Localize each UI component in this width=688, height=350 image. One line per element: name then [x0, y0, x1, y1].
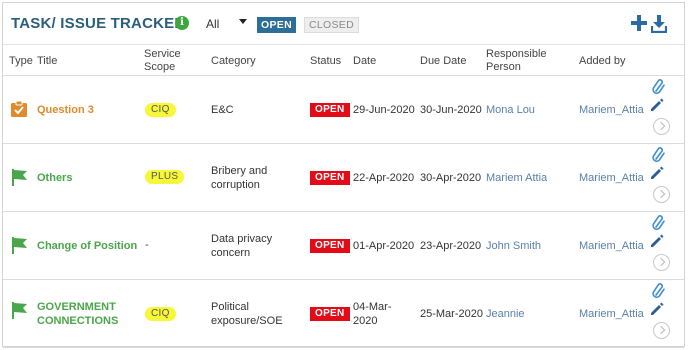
added-by-text[interactable]: Mariem_Attia: [579, 307, 644, 321]
category-text-line1: Data privacy: [211, 233, 273, 245]
due-date-text: 23-Apr-2020: [420, 240, 482, 252]
paperclip-icon[interactable]: [652, 147, 666, 165]
table-row[interactable]: GOVERNMENT CONNECTIONS CIQ Political exp…: [3, 280, 684, 348]
responsible-person[interactable]: Jeannie: [486, 307, 525, 321]
due-date-text: 25-Mar-2020: [420, 308, 483, 320]
scope-text: -: [145, 239, 149, 251]
col-type[interactable]: Type: [9, 55, 33, 68]
table-row[interactable]: Others PLUS Bribery and corruption OPEN …: [3, 144, 684, 212]
scope-badge: CIQ: [145, 103, 176, 117]
task-title[interactable]: Change of Position: [37, 239, 137, 253]
flag-icon: [12, 169, 27, 186]
added-by-text[interactable]: Mariem_Attia: [579, 103, 644, 117]
chevron-right-icon[interactable]: [653, 186, 670, 203]
col-title[interactable]: Title: [37, 55, 57, 68]
task-title[interactable]: Others: [37, 171, 72, 185]
paperclip-icon[interactable]: [652, 283, 666, 301]
filter-select[interactable]: All: [206, 17, 219, 31]
closed-toggle-button[interactable]: CLOSED: [304, 17, 359, 33]
date-text: 29-Jun-2020: [353, 104, 415, 116]
category-text-line2: concern: [211, 247, 251, 259]
open-toggle-button[interactable]: OPEN: [257, 17, 296, 33]
status-badge: OPEN: [310, 171, 350, 185]
chevron-right-icon[interactable]: [653, 322, 670, 339]
added-by-text[interactable]: Mariem_Attia: [579, 171, 644, 185]
category-text-line2: exposure/SOE: [211, 315, 283, 327]
category-text-line2: corruption: [211, 179, 260, 191]
table-header: Type Title Service Scope Category Status…: [3, 44, 684, 76]
scope-badge: CIQ: [145, 307, 176, 321]
date-text-line1: 04-Mar-: [353, 301, 392, 313]
added-by-text[interactable]: Mariem_Attia: [579, 239, 644, 253]
download-icon[interactable]: [651, 15, 667, 33]
table-row[interactable]: Change of Position - Data privacy concer…: [3, 212, 684, 280]
task-title-line2[interactable]: CONNECTIONS: [37, 314, 118, 328]
status-badge: OPEN: [310, 307, 350, 321]
col-person-line2[interactable]: Person: [486, 61, 521, 74]
col-scope-line1[interactable]: Service: [144, 48, 181, 61]
date-text: 01-Apr-2020: [353, 240, 415, 252]
flag-icon: [12, 237, 27, 254]
chevron-right-icon[interactable]: [653, 118, 670, 135]
chevron-right-icon[interactable]: [653, 254, 670, 271]
responsible-person[interactable]: John Smith: [486, 239, 541, 253]
responsible-person[interactable]: Mariem Attia: [486, 171, 547, 185]
due-date-text: 30-Jun-2020: [420, 104, 482, 116]
task-title-line1[interactable]: GOVERNMENT: [37, 300, 116, 314]
add-icon[interactable]: [631, 15, 647, 31]
responsible-person[interactable]: Mona Lou: [486, 103, 535, 117]
edit-icon[interactable]: [650, 98, 664, 112]
col-status[interactable]: Status: [310, 55, 341, 68]
col-added-by[interactable]: Added by: [579, 55, 625, 68]
date-text: 22-Apr-2020: [353, 172, 415, 184]
table-row[interactable]: Question 3 CIQ E&C OPEN 29-Jun-2020 30-J…: [3, 76, 684, 144]
info-icon[interactable]: i: [175, 16, 189, 30]
col-scope-line2[interactable]: Scope: [144, 61, 175, 74]
category-text: E&C: [211, 104, 234, 116]
col-due-date[interactable]: Due Date: [420, 55, 466, 68]
due-date-text: 30-Apr-2020: [420, 172, 482, 184]
tracker-header: TASK/ ISSUE TRACKER i All OPEN CLOSED: [3, 3, 684, 43]
scope-badge: PLUS: [145, 170, 185, 184]
paperclip-icon[interactable]: [652, 215, 666, 233]
date-text-line2: 2020: [353, 315, 378, 327]
status-badge: OPEN: [310, 239, 350, 253]
paperclip-icon[interactable]: [652, 79, 666, 97]
col-person-line1[interactable]: Responsible: [486, 48, 547, 61]
status-badge: OPEN: [310, 103, 350, 117]
page-title: TASK/ ISSUE TRACKER: [11, 15, 186, 32]
task-tracker-panel: TASK/ ISSUE TRACKER i All OPEN CLOSED Ty…: [2, 2, 685, 348]
col-category[interactable]: Category: [211, 55, 256, 68]
edit-icon[interactable]: [650, 166, 664, 180]
edit-icon[interactable]: [650, 302, 664, 316]
category-text-line1: Political: [211, 301, 249, 313]
edit-icon[interactable]: [650, 234, 664, 248]
task-title[interactable]: Question 3: [37, 103, 94, 117]
col-date[interactable]: Date: [353, 55, 376, 68]
clipboard-check-icon: [11, 100, 27, 117]
chevron-down-icon[interactable]: [239, 19, 247, 24]
category-text-line1: Bribery and: [211, 165, 268, 177]
flag-icon: [12, 302, 27, 319]
